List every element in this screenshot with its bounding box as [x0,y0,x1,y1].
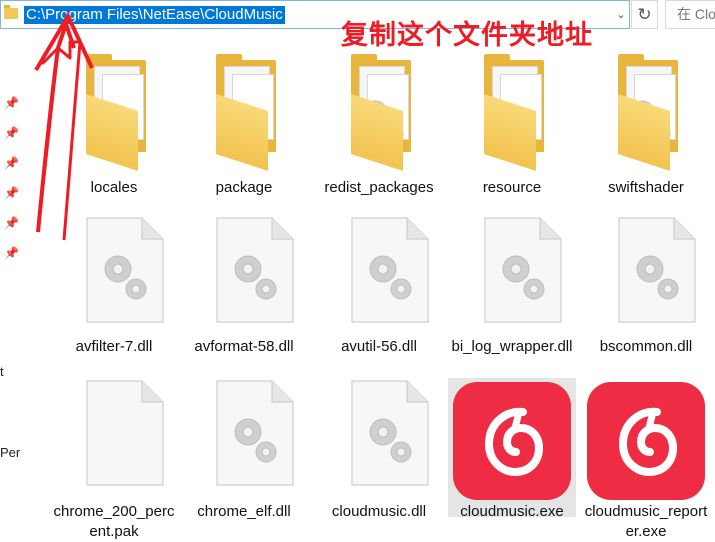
folder-icon [462,52,562,171]
nav-item-fragment[interactable]: t [0,364,4,379]
navigation-pane: 📌 📌 📌 📌 📌 📌 t Per [0,30,24,517]
file-item[interactable]: bi_log_wrapper.dll [448,215,576,370]
file-item[interactable]: cloudmusic.exe [448,378,576,520]
file-name: bscommon.dll [599,338,693,355]
netease-cloudmusic-icon [453,382,571,500]
dll-file-icon [596,217,696,327]
file-item[interactable]: chrome_elf.dll [180,378,308,520]
nav-item-fragment[interactable]: Per [0,445,20,460]
file-name: avfilter-7.dll [75,338,153,355]
file-name: cloudmusic.exe [460,503,564,520]
pin-icon[interactable]: 📌 [4,96,19,110]
address-path[interactable]: C:\Program Files\NetEase\CloudMusic [24,6,285,24]
file-item[interactable]: cloudmusic_reporter.exe [582,378,710,540]
file-name: resource [482,179,542,196]
annotation-text: 复制这个文件夹地址 [341,20,593,51]
pin-icon[interactable]: 📌 [4,126,19,140]
folder-icon [4,5,18,19]
file-item[interactable]: locales [50,50,178,205]
dll-file-icon [194,380,294,490]
file-item[interactable]: redist_packages [315,50,443,205]
folder-icon [329,52,429,171]
file-name: redist_packages [324,179,434,196]
folder-icon [194,52,294,171]
file-name: chrome_elf.dll [197,503,291,520]
file-item[interactable]: bscommon.dll [582,215,710,370]
file-item[interactable]: avformat-58.dll [180,215,308,370]
folder-icon [596,52,696,171]
folder-icon [64,52,164,171]
file-name: chrome_200_percent.pak [53,503,175,540]
file-item[interactable]: chrome_200_percent.pak [50,378,178,540]
pin-icon[interactable]: 📌 [4,156,19,170]
dll-file-icon [462,217,562,327]
file-name: avutil-56.dll [341,338,417,355]
file-item[interactable]: resource [448,50,576,205]
dll-file-icon [329,380,429,490]
file-name: cloudmusic.dll [331,503,427,520]
file-item[interactable]: cloudmusic.dll [315,378,443,520]
dll-file-icon [194,217,294,327]
file-name: avformat-58.dll [194,338,294,355]
file-name: package [215,179,273,196]
pin-icon[interactable]: 📌 [4,246,19,260]
file-name: cloudmusic_reporter.exe [584,503,708,540]
refresh-button[interactable]: ↻ [631,0,658,29]
file-icon [64,380,164,490]
dll-file-icon [64,217,164,327]
pin-icon[interactable]: 📌 [4,186,19,200]
file-name: bi_log_wrapper.dll [451,338,573,355]
netease-cloudmusic-icon [587,382,705,500]
search-input[interactable]: 在 Clo [665,0,715,29]
file-name: locales [90,179,138,196]
dll-file-icon [329,217,429,327]
chevron-down-icon[interactable]: ⌄ [614,7,628,23]
file-item[interactable]: package [180,50,308,205]
file-name: swiftshader [608,179,684,196]
file-item[interactable]: avfilter-7.dll [50,215,178,370]
file-item[interactable]: avutil-56.dll [315,215,443,370]
file-item[interactable]: swiftshader [582,50,710,205]
pin-icon[interactable]: 📌 [4,216,19,230]
